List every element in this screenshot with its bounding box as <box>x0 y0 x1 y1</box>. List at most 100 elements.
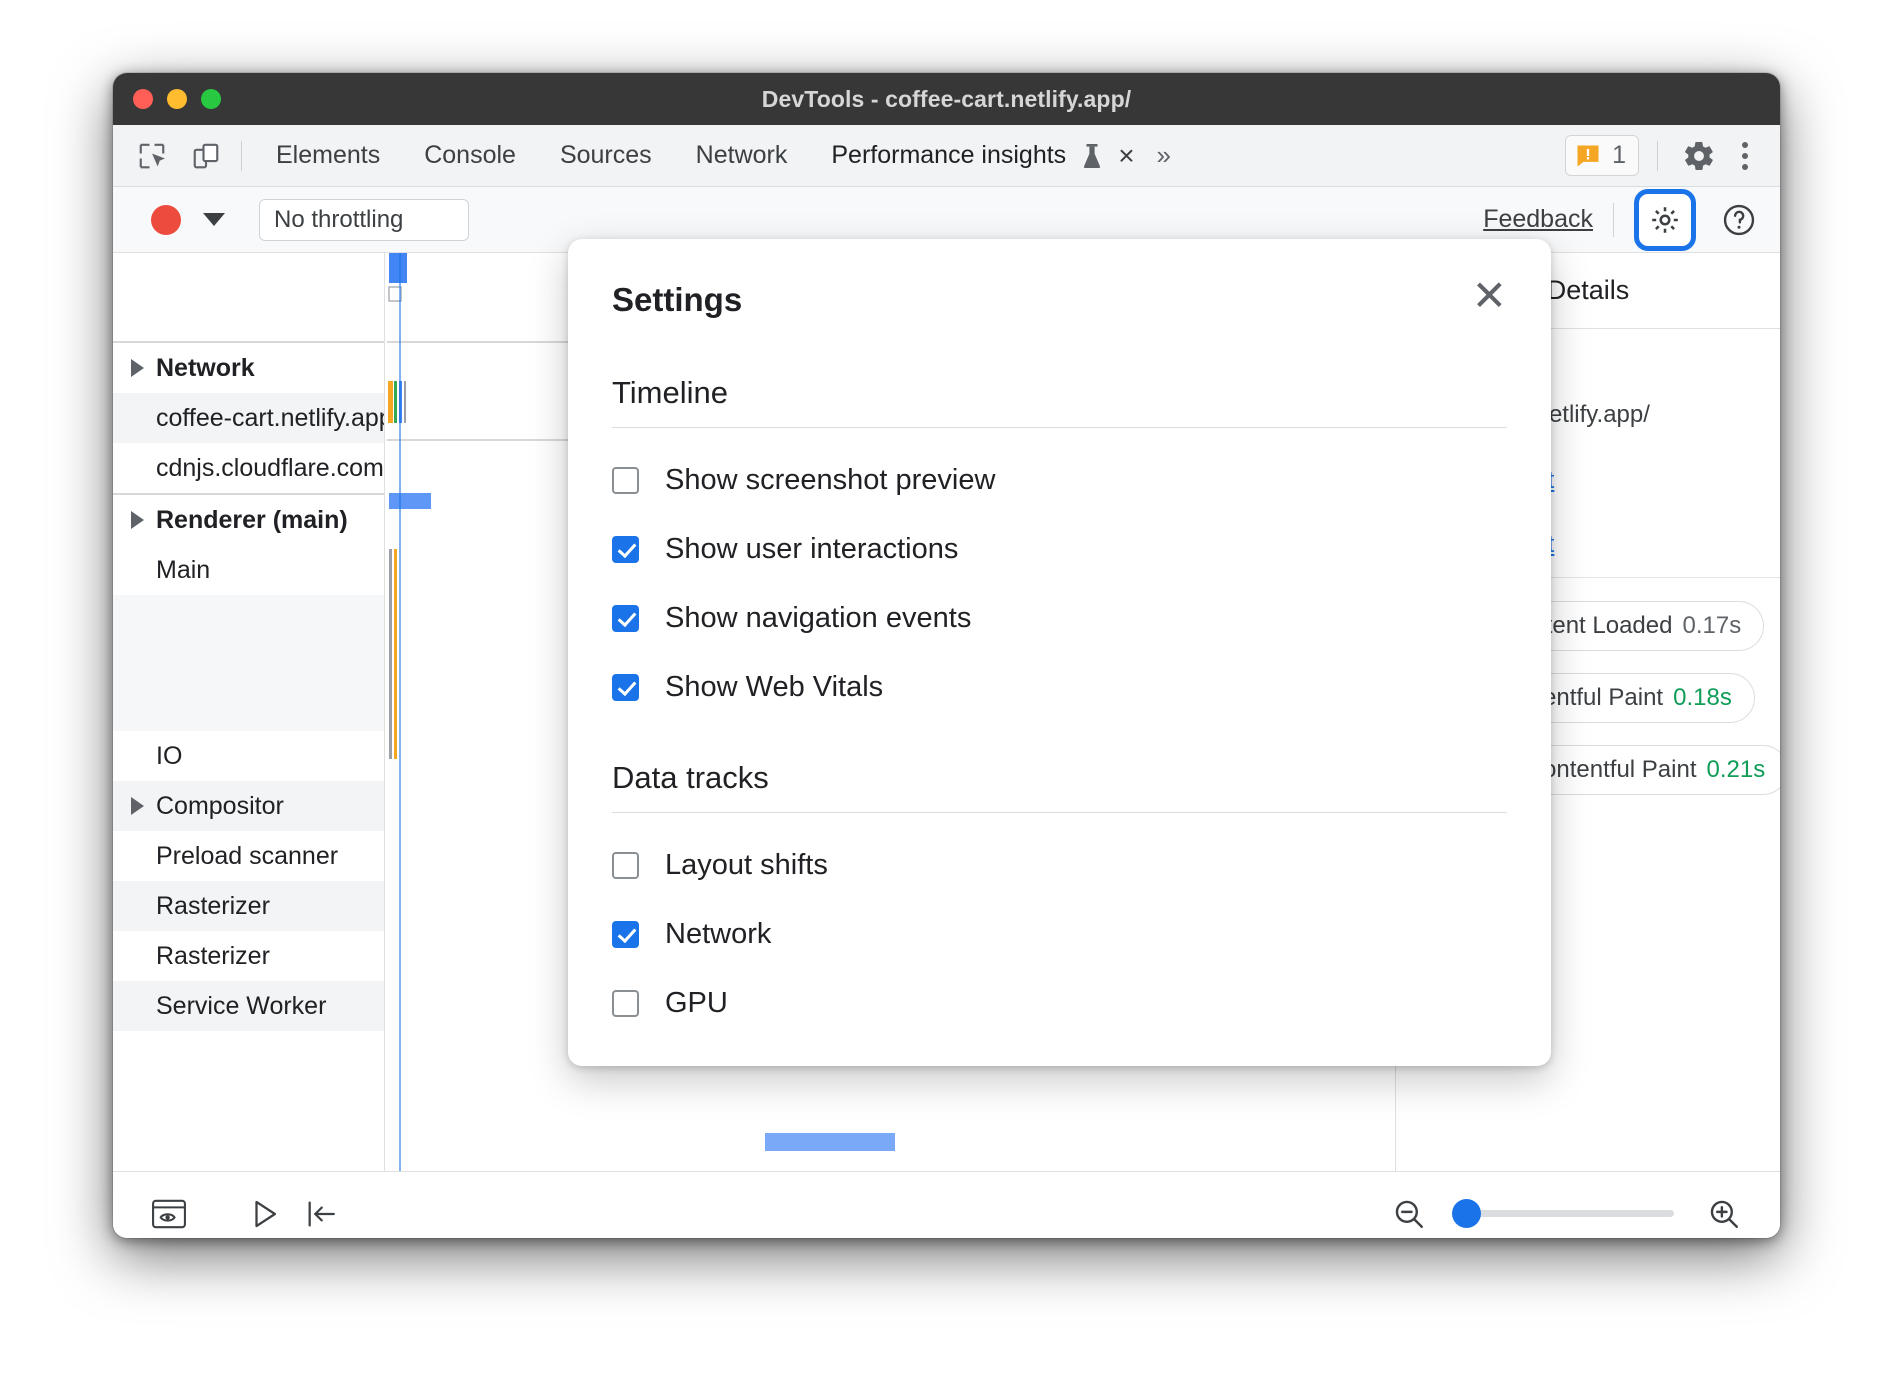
tab-network[interactable]: Network <box>674 133 810 178</box>
option-show-web-vitals[interactable]: Show Web Vitals <box>612 671 1507 704</box>
option-label: Show user interactions <box>665 533 958 566</box>
tab-console[interactable]: Console <box>402 133 538 178</box>
sidebar-item-service-worker[interactable]: Service Worker <box>113 981 384 1031</box>
sidebar-item-io[interactable]: IO <box>113 731 384 781</box>
option-label: Show Web Vitals <box>665 671 883 704</box>
sidebar-item-label: Rasterizer <box>156 942 270 971</box>
dock-icon-group <box>113 133 229 179</box>
close-window-button[interactable] <box>133 89 153 109</box>
option-label: Show navigation events <box>665 602 971 635</box>
sidebar-item-label: Network <box>156 354 255 383</box>
sidebar-item-network[interactable]: Network <box>113 343 384 393</box>
sidebar-item-label: Preload scanner <box>156 842 338 871</box>
option-layout-shifts[interactable]: Layout shifts <box>612 849 1507 882</box>
close-icon[interactable]: ✕ <box>1472 281 1507 311</box>
option-gpu[interactable]: GPU <box>612 987 1507 1020</box>
settings-dialog: Settings ✕ Timeline Show screenshot prev… <box>568 239 1551 1066</box>
warning-count: 1 <box>1612 141 1626 170</box>
dialog-fade <box>568 1026 1551 1066</box>
close-tab-icon[interactable]: × <box>1118 140 1134 172</box>
option-show-navigation-events[interactable]: Show navigation events <box>612 602 1507 635</box>
sidebar-spacer <box>113 253 384 341</box>
toolbar-divider <box>241 141 242 171</box>
help-circle-icon[interactable] <box>1716 197 1762 243</box>
window-title: DevTools - coffee-cart.netlify.app/ <box>113 86 1780 113</box>
tab-performance-insights-label: Performance insights <box>831 141 1066 170</box>
option-label: Network <box>665 918 771 951</box>
feedback-link[interactable]: Feedback <box>1483 205 1593 234</box>
tab-elements[interactable]: Elements <box>254 133 402 178</box>
timeline-bottom-toolbar <box>113 1171 1780 1238</box>
gear-icon[interactable] <box>1676 133 1722 179</box>
option-show-screenshot-preview[interactable]: Show screenshot preview <box>612 464 1507 497</box>
zoom-window-button[interactable] <box>201 89 221 109</box>
checkbox[interactable] <box>612 536 639 563</box>
kebab-menu-icon[interactable] <box>1728 132 1762 180</box>
play-icon[interactable] <box>237 1186 293 1239</box>
perfbar-divider <box>1613 203 1614 237</box>
warning-badge[interactable]: 1 <box>1565 135 1639 176</box>
expand-triangle-icon <box>131 511 144 529</box>
section-rule <box>612 812 1507 813</box>
metric-value: 0.17s <box>1682 612 1741 640</box>
option-show-user-interactions[interactable]: Show user interactions <box>612 533 1507 566</box>
sidebar-item-label: coffee-cart.netlify.app <box>156 404 384 433</box>
window-titlebar: DevTools - coffee-cart.netlify.app/ <box>113 73 1780 125</box>
sidebar-item-label: Compositor <box>156 792 284 821</box>
main-track-block <box>113 595 384 731</box>
checkbox[interactable] <box>612 921 639 948</box>
checkbox[interactable] <box>612 605 639 632</box>
sidebar-item-rasterizer-1[interactable]: Rasterizer <box>113 881 384 931</box>
screenshot-root: DevTools - coffee-cart.netlify.app/ <box>0 0 1892 1380</box>
sidebar-item-main[interactable]: Main <box>113 545 384 595</box>
screenshot-preview-icon[interactable] <box>141 1186 197 1239</box>
sidebar-item-cdnjs[interactable]: cdnjs.cloudflare.com <box>113 443 384 493</box>
sidebar-item-label: cdnjs.cloudflare.com <box>156 454 384 483</box>
inspect-element-icon[interactable] <box>129 133 175 179</box>
sidebar-item-rasterizer-2[interactable]: Rasterizer <box>113 931 384 981</box>
sidebar-item-coffee-cart[interactable]: coffee-cart.netlify.app <box>113 393 384 443</box>
zoom-slider[interactable] <box>1459 1210 1674 1217</box>
tabstrip-right-controls: 1 <box>1565 132 1780 180</box>
expand-triangle-icon <box>131 797 144 815</box>
option-label: Layout shifts <box>665 849 828 882</box>
tabstrip-divider <box>1657 141 1658 171</box>
panel-tabs: Elements Console Sources Network Perform… <box>254 132 1187 180</box>
tab-performance-insights[interactable]: Performance insights × <box>809 132 1140 180</box>
sidebar-item-label: Renderer (main) <box>156 506 348 535</box>
tab-overflow-icon[interactable]: » <box>1141 140 1187 171</box>
sidebar-item-renderer-main[interactable]: Renderer (main) <box>113 495 384 545</box>
chevron-down-icon[interactable] <box>203 213 225 226</box>
timeline-sidebar: Network coffee-cart.netlify.app cdnjs.cl… <box>113 253 385 1171</box>
minimize-window-button[interactable] <box>167 89 187 109</box>
metric-value: 0.18s <box>1673 684 1732 712</box>
device-toolbar-icon[interactable] <box>183 133 229 179</box>
jump-to-start-icon[interactable] <box>293 1186 349 1239</box>
section-heading-timeline: Timeline <box>612 375 1507 411</box>
throttling-select[interactable]: No throttling <box>259 199 469 241</box>
warning-message-icon <box>1574 142 1602 170</box>
devtools-window: DevTools - coffee-cart.netlify.app/ <box>113 73 1780 1238</box>
checkbox[interactable] <box>612 467 639 494</box>
settings-dialog-header: Settings ✕ <box>568 239 1551 319</box>
zoom-in-icon[interactable] <box>1696 1186 1752 1239</box>
checkbox[interactable] <box>612 990 639 1017</box>
tab-sources[interactable]: Sources <box>538 133 674 178</box>
option-network[interactable]: Network <box>612 918 1507 951</box>
sidebar-item-label: Service Worker <box>156 992 326 1021</box>
sidebar-item-label: Main <box>156 556 210 585</box>
section-rule <box>612 427 1507 428</box>
sidebar-item-label: Rasterizer <box>156 892 270 921</box>
checkbox[interactable] <box>612 852 639 879</box>
option-label: Show screenshot preview <box>665 464 995 497</box>
zoom-out-icon[interactable] <box>1381 1186 1437 1239</box>
expand-triangle-icon <box>131 359 144 377</box>
settings-gear-button[interactable] <box>1634 189 1696 251</box>
option-label: GPU <box>665 987 728 1020</box>
record-button[interactable] <box>151 205 181 235</box>
sidebar-item-preload-scanner[interactable]: Preload scanner <box>113 831 384 881</box>
sidebar-item-compositor[interactable]: Compositor <box>113 781 384 831</box>
settings-dialog-title: Settings <box>612 281 742 319</box>
checkbox[interactable] <box>612 674 639 701</box>
zoom-slider-knob[interactable] <box>1452 1199 1481 1228</box>
